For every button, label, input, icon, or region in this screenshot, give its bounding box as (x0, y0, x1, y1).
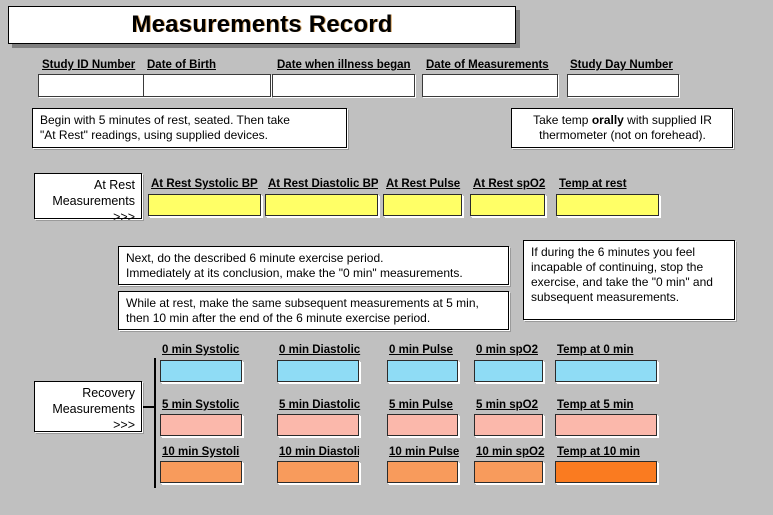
callout-at-rest-measurements: At Rest Measurements >>> (34, 173, 142, 224)
temp-at-5-min-input[interactable] (555, 414, 657, 436)
note-rest-instruction: Begin with 5 minutes of rest, seated. Th… (32, 108, 347, 148)
label-at-rest-pulse: At Rest Pulse (386, 178, 461, 190)
note-subsequent-instruction: While at rest, make the same subsequent … (118, 291, 509, 330)
label-temp-at-5-min: Temp at 5 min (557, 399, 634, 411)
note-stop-instruction: If during the 6 minutes you feel incapab… (523, 240, 735, 320)
label-5-min-systolic: 5 min Systolic (162, 399, 240, 411)
label-temp-at-10-min: Temp at 10 min (557, 446, 640, 458)
note-subsequent-line2: then 10 min after the end of the 6 minut… (126, 311, 431, 325)
study-id-number-input[interactable] (38, 74, 151, 97)
label-at-rest-systolic-bp: At Rest Systolic BP (151, 178, 258, 190)
temp-at-0-min-input[interactable] (555, 360, 657, 382)
10-min-diastolic-input[interactable] (277, 461, 359, 483)
label-temp-at-rest: Temp at rest (559, 178, 627, 190)
label-5-min-pulse: 5 min Pulse (389, 399, 453, 411)
label-study-id-number: Study ID Number (42, 59, 136, 71)
10-min-spo2-input[interactable] (474, 461, 543, 483)
note-rest-instruction-line1: Begin with 5 minutes of rest, seated. Th… (40, 113, 290, 127)
note-stop-line4: subsequent measurements. (531, 290, 680, 304)
5-min-systolic-input[interactable] (160, 414, 242, 436)
note-stop-line2: incapable of continuing, stop the (531, 260, 704, 274)
callout-recovery-line2: Measurements (52, 402, 135, 416)
label-10-min-systolic: 10 min Systoli (162, 446, 240, 458)
note-temp-instruction: Take temp orally with supplied IR thermo… (511, 108, 733, 148)
note-temp-instruction-line2: thermometer (not on forehead). (539, 128, 706, 142)
temp-at-10-min-input[interactable] (555, 461, 657, 483)
callout-at-rest-line1: At Rest (94, 178, 135, 192)
0-min-pulse-input[interactable] (387, 360, 458, 382)
at-rest-systolic-bp-input[interactable] (148, 194, 261, 216)
note-subsequent-line1: While at rest, make the same subsequent … (126, 296, 479, 310)
callout-recovery-line3: >>> (113, 418, 135, 432)
at-rest-diastolic-bp-input[interactable] (265, 194, 378, 216)
page-title-text: Measurements Record (131, 11, 393, 38)
temp-post-text: with supplied IR (623, 113, 712, 127)
label-0-min-systolic: 0 min Systolic (162, 344, 240, 356)
label-date-of-measurements: Date of Measurements (426, 59, 549, 71)
date-of-birth-input[interactable] (143, 74, 271, 97)
connector-vertical (154, 358, 156, 488)
form-page: Measurements Record Study ID Number Date… (0, 0, 773, 515)
label-at-rest-diastolic-bp: At Rest Diastolic BP (268, 178, 378, 190)
date-illness-began-input[interactable] (272, 74, 415, 97)
label-study-day-number: Study Day Number (570, 59, 673, 71)
callout-recovery-measurements: Recovery Measurements >>> (34, 381, 142, 432)
note-rest-instruction-line2: "At Rest" readings, using supplied devic… (40, 128, 268, 142)
label-10-min-pulse: 10 min Pulse (389, 446, 459, 458)
0-min-spo2-input[interactable] (474, 360, 543, 382)
label-10-min-spo2: 10 min spO2 (476, 446, 545, 458)
5-min-pulse-input[interactable] (387, 414, 458, 436)
page-title: Measurements Record (8, 6, 516, 44)
label-10-min-diastolic: 10 min Diastoli (279, 446, 359, 458)
at-rest-spo2-input[interactable] (470, 194, 545, 216)
temp-pre-text: Take temp (533, 113, 592, 127)
note-exercise-instruction: Next, do the described 6 minute exercise… (118, 246, 509, 285)
callout-at-rest-line3: >>> (113, 210, 135, 224)
label-0-min-spo2: 0 min spO2 (476, 344, 538, 356)
5-min-spo2-input[interactable] (474, 414, 543, 436)
note-exercise-line2: Immediately at its conclusion, make the … (126, 266, 463, 280)
note-stop-line1: If during the 6 minutes you feel (531, 245, 696, 259)
10-min-pulse-input[interactable] (387, 461, 458, 483)
note-stop-line3: exercise, and take the "0 min" and (531, 275, 713, 289)
study-day-number-input[interactable] (567, 74, 679, 97)
10-min-systolic-input[interactable] (160, 461, 242, 483)
label-5-min-diastolic: 5 min Diastolic (279, 399, 361, 411)
label-date-illness-began: Date when illness began (277, 59, 411, 71)
temp-at-rest-input[interactable] (556, 194, 659, 216)
5-min-diastolic-input[interactable] (277, 414, 359, 436)
label-at-rest-spo2: At Rest spO2 (473, 178, 546, 190)
0-min-diastolic-input[interactable] (277, 360, 359, 382)
label-5-min-spo2: 5 min spO2 (476, 399, 538, 411)
label-0-min-diastolic: 0 min Diastolic (279, 344, 361, 356)
note-exercise-line1: Next, do the described 6 minute exercise… (126, 251, 384, 265)
label-0-min-pulse: 0 min Pulse (389, 344, 453, 356)
at-rest-pulse-input[interactable] (383, 194, 462, 216)
0-min-systolic-input[interactable] (160, 360, 242, 382)
note-temp-instruction-line1: Take temp orally with supplied IR (519, 113, 726, 128)
callout-at-rest-line2: Measurements (52, 194, 135, 208)
date-of-measurements-input[interactable] (422, 74, 558, 97)
label-temp-at-0-min: Temp at 0 min (557, 344, 634, 356)
label-date-of-birth: Date of Birth (147, 59, 216, 71)
callout-recovery-line1: Recovery (82, 386, 135, 400)
temp-bold-text: orally (591, 113, 624, 127)
